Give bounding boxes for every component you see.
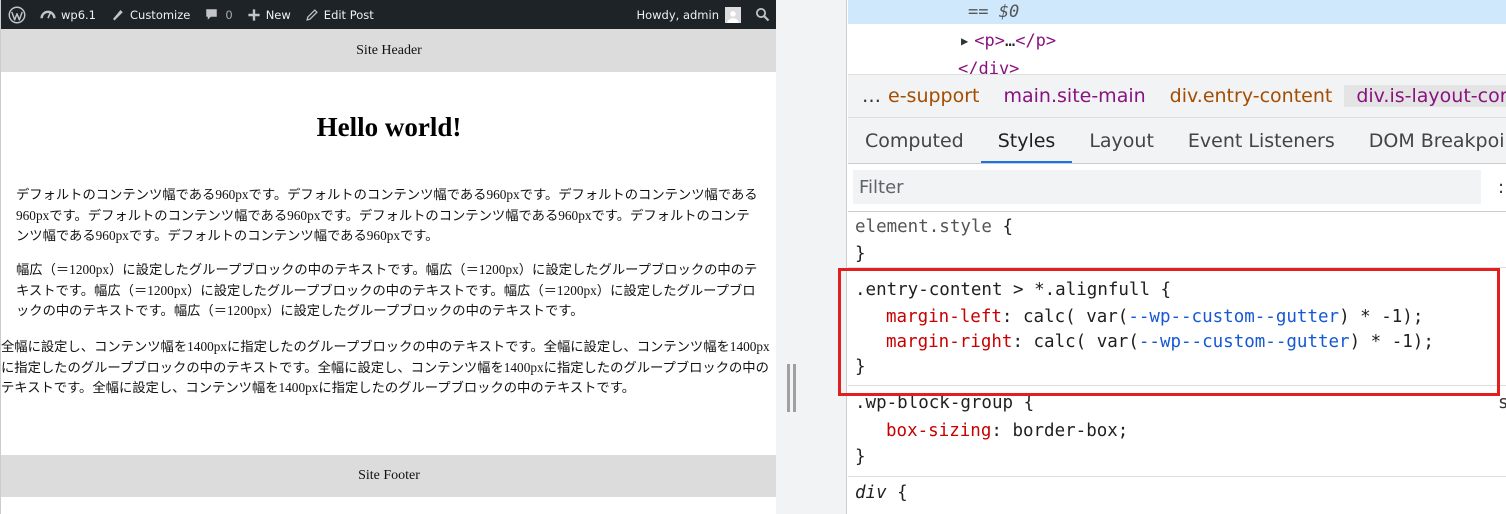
devtools-splitter[interactable] xyxy=(776,0,847,514)
wp-logo-button[interactable] xyxy=(1,0,33,29)
site-name-label: wp6.1 xyxy=(61,7,96,22)
property-name[interactable]: box-sizing xyxy=(886,421,991,441)
breadcrumb-more-button[interactable]: … xyxy=(848,85,886,107)
rule-close-brace: } xyxy=(855,447,866,467)
dom-p-ellipsis: … xyxy=(1004,31,1016,51)
wordpress-icon xyxy=(8,6,26,23)
comments-link[interactable]: 0 xyxy=(197,0,239,29)
tab-dom-breakpoints[interactable]: DOM Breakpoint xyxy=(1352,118,1506,163)
rule-div: div { xyxy=(848,478,1506,514)
rule-wp-block-group: .wp-block-group { s box-sizing: border-b… xyxy=(848,387,1506,477)
rule-selector[interactable]: div xyxy=(855,483,887,503)
new-label: New xyxy=(265,7,291,22)
rule-header: .wp-block-group { xyxy=(855,393,1034,413)
rule-element-style: element.style { } xyxy=(848,212,1506,268)
site-name-link[interactable]: wp6.1 xyxy=(33,0,103,29)
rule-open-brace: { xyxy=(886,483,908,503)
paragraph-default-width: デフォルトのコンテンツ幅である960pxです。デフォルトのコンテンツ幅である96… xyxy=(16,187,758,243)
customize-label: Customize xyxy=(130,7,191,22)
highlight-box xyxy=(838,268,1500,396)
expand-triangle-icon[interactable]: ▶ xyxy=(961,34,968,48)
rule-selector[interactable]: element.style xyxy=(855,217,992,237)
dom-p-close-tag: </p> xyxy=(1015,31,1057,51)
rule-open-brace: { xyxy=(991,217,1014,237)
rule-header: element.style { xyxy=(855,217,1013,237)
drag-handle[interactable] xyxy=(787,364,796,412)
filter-more-options[interactable]: : xyxy=(1498,177,1504,198)
dom-div-close-tag: </div> xyxy=(958,59,1020,74)
declaration-box-sizing[interactable]: box-sizing: border-box; xyxy=(886,421,1128,441)
devtools-panel: == $0 ▶ <p>… </p> </div> … e-support main… xyxy=(848,0,1506,514)
brush-icon xyxy=(113,10,123,21)
dom-node-selected[interactable]: == $0 xyxy=(848,0,1506,24)
dom-p-open-tag: <p> xyxy=(974,31,1005,51)
site-footer: Site Footer xyxy=(1,455,776,497)
paragraph-full-group: 全幅に設定し、コンテンツ幅を1400pxに指定したのグループブロックの中のテキス… xyxy=(1,339,770,395)
comment-icon xyxy=(206,9,218,20)
colon: : xyxy=(991,421,1013,441)
styles-filter-bar: : xyxy=(848,164,1506,212)
dom-node-p[interactable]: ▶ <p>… </p> xyxy=(848,29,1506,53)
breadcrumb-item-active[interactable]: div.is-layout-cor xyxy=(1344,85,1506,107)
site-header: Site Header xyxy=(1,29,776,72)
breadcrumb-item[interactable]: main.site-main xyxy=(992,85,1158,107)
plus-icon xyxy=(248,8,260,21)
rule-source-link[interactable]: s xyxy=(1498,393,1506,413)
post-title: Hello world! xyxy=(316,112,462,142)
search-icon xyxy=(755,7,770,22)
dom-tree: == $0 ▶ <p>… </p> </div> xyxy=(848,0,1506,74)
pencil-icon xyxy=(306,8,318,21)
edit-post-link[interactable]: Edit Post xyxy=(298,0,381,29)
dashboard-icon xyxy=(40,10,56,19)
breadcrumb-item[interactable]: e-support xyxy=(886,85,992,107)
selected-node-marker: == $0 xyxy=(968,2,1020,22)
rule-selector[interactable]: .wp-block-group xyxy=(855,393,1013,413)
paragraph-wide-group: 幅広（＝1200px）に設定したグループブロックの中のテキストです。幅広（＝12… xyxy=(16,262,758,318)
browser-viewport: wp6.1 Customize 0 New Edit Post Howdy, a… xyxy=(0,0,776,514)
howdy-label: Howdy, admin xyxy=(636,7,719,22)
rule-close-brace: } xyxy=(855,244,866,264)
styles-filter-input[interactable] xyxy=(853,170,1481,204)
dom-node-div-close[interactable]: </div> xyxy=(848,57,1506,74)
tab-computed[interactable]: Computed xyxy=(848,118,981,163)
property-value[interactable]: border-box; xyxy=(1012,421,1128,441)
rule-open-brace: { xyxy=(1013,393,1035,413)
avatar xyxy=(725,6,741,23)
breadcrumb-item[interactable]: div.entry-content xyxy=(1158,85,1345,107)
search-button[interactable] xyxy=(748,0,776,29)
tab-event-listeners[interactable]: Event Listeners xyxy=(1171,118,1352,163)
user-avatar-icon xyxy=(727,10,739,23)
new-content-link[interactable]: New xyxy=(240,0,298,29)
dom-breadcrumb: … e-support main.site-main div.entry-con… xyxy=(848,74,1506,118)
tab-layout[interactable]: Layout xyxy=(1072,118,1171,163)
tab-styles[interactable]: Styles xyxy=(980,118,1073,163)
sidebar-tabs: Computed Styles Layout Event Listeners D… xyxy=(848,118,1506,164)
comments-count: 0 xyxy=(225,7,233,22)
customize-link[interactable]: Customize xyxy=(103,0,197,29)
my-account-link[interactable]: Howdy, admin xyxy=(629,0,748,29)
wp-admin-bar: wp6.1 Customize 0 New Edit Post Howdy, a… xyxy=(1,0,776,29)
edit-post-label: Edit Post xyxy=(323,7,374,22)
rule-header: div { xyxy=(855,483,908,503)
